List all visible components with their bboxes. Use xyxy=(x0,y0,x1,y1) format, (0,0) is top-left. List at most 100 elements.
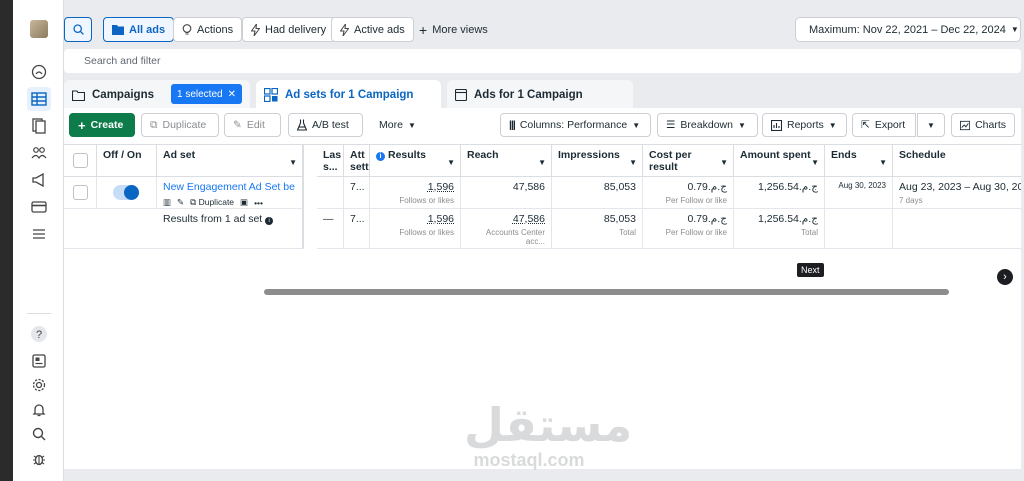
more-button[interactable]: More ▼ xyxy=(370,113,425,137)
cell-value: — xyxy=(323,213,334,225)
watermark-arabic: مستقل xyxy=(464,398,633,452)
menu-icon[interactable] xyxy=(27,222,51,246)
flask-icon xyxy=(297,119,307,131)
header-schedule[interactable]: Schedule xyxy=(893,145,1021,177)
tab-ads[interactable]: Ads for 1 Campaign xyxy=(447,80,633,110)
help-icon[interactable]: ? xyxy=(27,322,51,346)
row-duplicate-button[interactable]: ⧉ Duplicate xyxy=(190,197,234,208)
search-filter-bar[interactable]: Search and filter xyxy=(64,49,1021,73)
duplicate-button[interactable]: ⧉ Duplicate xyxy=(141,113,219,137)
view-active-ads-button[interactable]: Active ads xyxy=(331,17,414,42)
adsets-panel: + Create ⧉ Duplicate ✎ Edit A/B test Mor… xyxy=(64,108,1021,470)
row-attr-cell: 7... xyxy=(344,177,370,209)
charts-label: Charts xyxy=(975,119,1006,131)
close-icon[interactable]: ✕ xyxy=(228,89,236,100)
table-toolbar: + Create ⧉ Duplicate ✎ Edit A/B test Mor… xyxy=(64,108,1021,144)
row-actions: ▥ ✎ ⧉ Duplicate ▣ ••• xyxy=(163,197,296,208)
export-button[interactable]: ⇱ Export xyxy=(852,113,916,137)
pencil-icon[interactable]: ✎ xyxy=(177,197,184,208)
cell-value: ج.م.1,256.54 xyxy=(758,213,818,225)
more-views-button[interactable]: + More views xyxy=(410,17,497,42)
account-avatar[interactable] xyxy=(30,20,48,38)
settings-gear-icon[interactable] xyxy=(27,373,51,397)
news-icon[interactable] xyxy=(27,349,51,373)
header-label: Schedule xyxy=(899,149,946,161)
view-label: Had delivery xyxy=(265,23,327,36)
header-off-on[interactable]: Off / On xyxy=(97,145,157,177)
date-range-label: Maximum: Nov 22, 2021 – Dec 22, 2024 xyxy=(809,23,1006,36)
ab-test-label: A/B test xyxy=(312,119,349,131)
chevron-down-icon: ▼ xyxy=(407,120,416,130)
charts-button[interactable]: Charts xyxy=(951,113,1015,137)
header-amount-spent[interactable]: Amount spent ▼ xyxy=(734,145,825,177)
grid-icon xyxy=(264,88,278,102)
notifications-bell-icon[interactable] xyxy=(27,398,51,422)
summary-reach-cell: 47,586 Accounts Center acc... xyxy=(461,209,552,249)
view-had-delivery-button[interactable]: Had delivery xyxy=(242,17,336,42)
view-charts-icon[interactable]: ▥ xyxy=(163,197,171,208)
tab-ad-sets[interactable]: Ad sets for 1 Campaign xyxy=(256,80,441,110)
header-impressions[interactable]: Impressions ▼ xyxy=(552,145,643,177)
search-toggle-button[interactable] xyxy=(64,17,92,42)
more-options-icon[interactable]: ••• xyxy=(254,198,263,208)
row-impressions-cell: 85,053 xyxy=(552,177,643,209)
cell-subtext: Per Follow or like xyxy=(665,228,727,237)
tab-campaigns[interactable]: Campaigns 1 selected ✕ xyxy=(64,80,250,110)
delivery-toggle[interactable] xyxy=(113,185,139,200)
selection-pill-label: 1 selected xyxy=(177,88,223,100)
columns-icon: ||| xyxy=(509,119,516,131)
preview-icon[interactable]: ▣ xyxy=(240,197,248,208)
bolt-icon xyxy=(340,23,349,36)
breakdown-button[interactable]: ☰ Breakdown ▼ xyxy=(657,113,758,137)
chart-icon xyxy=(960,120,971,130)
chevron-down-icon: ▼ xyxy=(629,158,637,167)
ads-manager-table-icon[interactable] xyxy=(27,87,51,111)
pages-icon[interactable] xyxy=(27,114,51,138)
more-views-label: More views xyxy=(432,23,488,36)
columns-button[interactable]: ||| Columns: Performance ▼ xyxy=(500,113,651,137)
header-reach[interactable]: Reach ▼ xyxy=(461,145,552,177)
select-all-checkbox[interactable] xyxy=(73,153,88,168)
header-ad-set[interactable]: Ad set ▼ xyxy=(157,145,304,177)
export-menu-button[interactable]: ▼ xyxy=(917,113,945,137)
header-attribution-setting[interactable]: Att sett xyxy=(344,145,370,177)
next-tooltip: Next xyxy=(797,263,824,277)
reports-button[interactable]: Reports ▼ xyxy=(762,113,847,137)
view-all-ads-button[interactable]: All ads xyxy=(103,17,175,42)
ab-test-button[interactable]: A/B test xyxy=(288,113,363,137)
header-results[interactable]: i Results ▼ xyxy=(370,145,461,177)
row-select-cell xyxy=(64,177,97,209)
dashboard-icon[interactable] xyxy=(27,60,51,84)
horizontal-scrollbar[interactable] xyxy=(264,289,949,295)
search-icon[interactable] xyxy=(27,422,51,446)
nav-divider xyxy=(27,313,51,314)
header-ends[interactable]: Ends ▼ xyxy=(825,145,893,177)
reports-icon xyxy=(771,119,782,131)
tab-label: Ads for 1 Campaign xyxy=(474,89,583,101)
edit-button[interactable]: ✎ Edit xyxy=(224,113,281,137)
cell-subtext: Total xyxy=(801,228,818,237)
view-bar: All ads Actions Had delivery Active ads … xyxy=(64,10,1024,48)
chevron-down-icon: ▼ xyxy=(828,120,837,130)
adset-name-link[interactable]: New Engagement Ad Set be g... xyxy=(163,181,296,193)
date-range-picker[interactable]: Maximum: Nov 22, 2021 – Dec 22, 2024 ▼ xyxy=(795,17,1021,42)
row-checkbox[interactable] xyxy=(73,185,88,200)
adsets-table: Off / On Ad set ▼ Las s... Att sett i Resu… xyxy=(64,144,1021,295)
export-icon: ⇱ xyxy=(861,119,870,131)
header-label: Amount spent xyxy=(740,149,811,161)
header-label: Ad set xyxy=(163,149,196,161)
billing-card-icon[interactable] xyxy=(27,195,51,219)
bug-report-icon[interactable] xyxy=(27,447,51,471)
chevron-down-icon: ▼ xyxy=(720,158,728,167)
scroll-next-button[interactable]: › xyxy=(995,267,1015,287)
selection-pill[interactable]: 1 selected ✕ xyxy=(171,84,242,104)
row-results-cell: 1,596 Follows or likes xyxy=(370,177,461,209)
plus-icon: + xyxy=(419,21,428,38)
create-button[interactable]: + Create xyxy=(69,113,135,137)
header-last-significant-edit[interactable]: Las s... xyxy=(317,145,344,177)
header-cost-per-result[interactable]: Cost per result ▼ xyxy=(643,145,734,177)
view-actions-button[interactable]: Actions xyxy=(173,17,243,42)
audiences-icon[interactable] xyxy=(27,141,51,165)
folder-icon xyxy=(112,25,124,35)
megaphone-icon[interactable] xyxy=(27,168,51,192)
